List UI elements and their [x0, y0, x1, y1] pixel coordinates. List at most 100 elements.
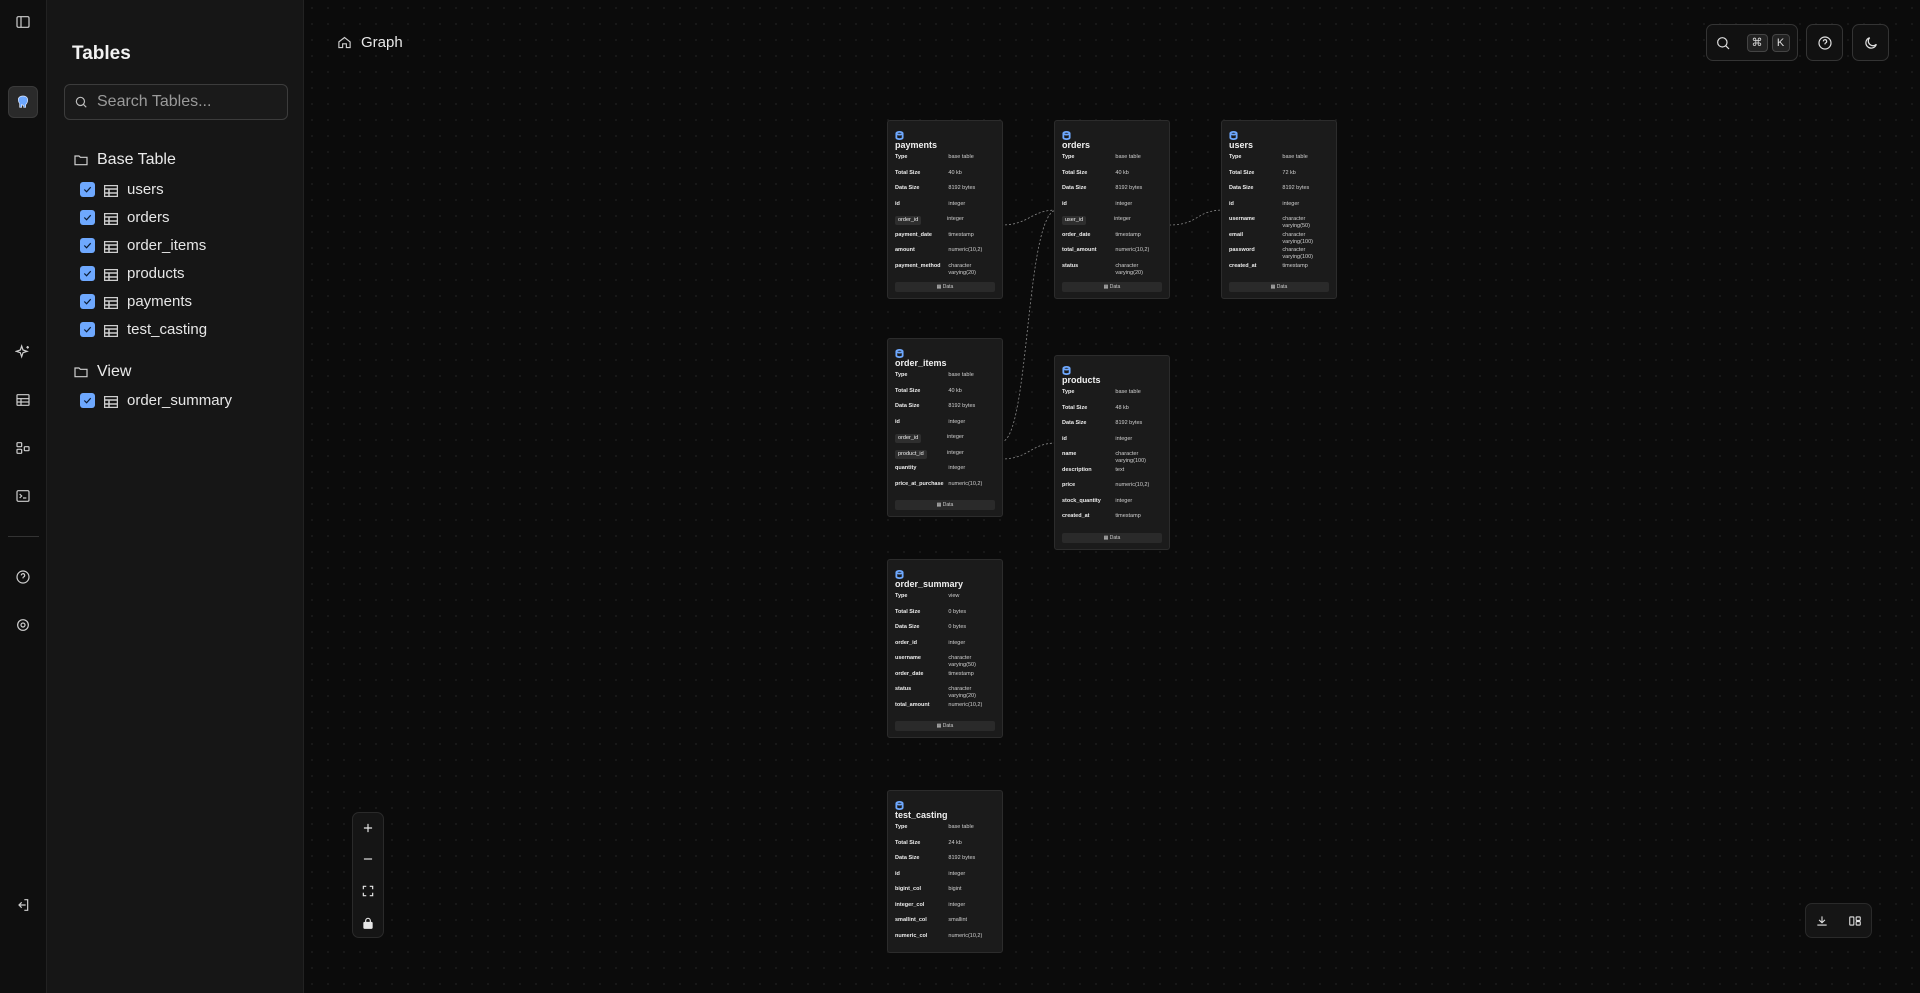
kbd-k: K [1771, 33, 1790, 52]
node-row: name character varying(100) [1062, 451, 1162, 467]
table-icon [103, 268, 119, 281]
sidebar-item-label: order_items [127, 237, 207, 254]
row-key: Type [1062, 389, 1075, 395]
row-key: Total Size [895, 839, 921, 846]
database-icon [1062, 127, 1071, 141]
logout-icon[interactable] [12, 894, 34, 916]
help-button[interactable] [1806, 24, 1843, 61]
checkbox[interactable] [80, 393, 95, 408]
minus-icon [363, 858, 373, 860]
row-value: character varying(50) [948, 655, 976, 668]
table-node-order_summary[interactable]: order_summary Type view Total Size 0 bytes Da… [887, 559, 1003, 738]
node-row: Data Size 0 bytes [895, 624, 995, 640]
lock-button[interactable] [353, 908, 383, 938]
checkbox[interactable] [80, 322, 95, 337]
checkbox[interactable] [80, 294, 95, 309]
ai-sparkle-icon[interactable] [12, 341, 34, 363]
download-icon[interactable] [1815, 914, 1829, 928]
node-row: Total Size 0 bytes [895, 609, 995, 625]
row-value: 24 kb [948, 839, 962, 846]
node-row: Type base table [895, 372, 995, 388]
node-row: numeric_col numeric(10,2) [895, 933, 995, 949]
node-row: total_amount numeric(10,2) [895, 702, 995, 718]
node-row: product_id integer [895, 449, 995, 466]
zoom-in-button[interactable] [353, 813, 383, 843]
search-input[interactable] [97, 93, 277, 111]
row-key: Type [895, 154, 908, 160]
plus-icon [363, 823, 373, 833]
theme-toggle-button[interactable] [1852, 24, 1889, 61]
checkbox[interactable] [80, 210, 95, 225]
node-row: username character varying(50) [895, 655, 995, 671]
row-value: 0 bytes [948, 624, 967, 630]
fit-view-button[interactable] [353, 876, 383, 906]
view-data-button[interactable]: ▦ Data [1062, 532, 1162, 543]
sidebar-item-order_items[interactable]: order_items [80, 237, 206, 254]
row-value: numeric(10,2) [948, 701, 983, 708]
row-value: base table [1115, 154, 1141, 160]
row-value: character varying(20) [1115, 262, 1143, 276]
search-command-button[interactable]: ⌘ K [1706, 24, 1798, 61]
table-node-orders[interactable]: orders Type base table Total Size 40 kb Data … [1054, 120, 1170, 299]
node-row: payment_method character varying(20) [895, 263, 995, 279]
search-box[interactable] [64, 84, 288, 120]
row-key: created_at [1062, 513, 1090, 519]
table-node-products[interactable]: products Type base table Total Size 48 kb Dat… [1054, 355, 1170, 550]
database-icon [1062, 362, 1071, 376]
row-value: integer [947, 449, 964, 456]
table-node-payments[interactable]: payments Type base table Total Size 40 kb Dat… [887, 120, 1003, 299]
layout-icon[interactable] [1848, 914, 1862, 928]
help-icon[interactable] [12, 566, 34, 588]
checkbox[interactable] [80, 238, 95, 253]
row-key: id [895, 200, 900, 207]
group-base-table[interactable]: Base Table [73, 151, 176, 169]
postgres-icon[interactable] [8, 86, 38, 118]
view-data-button[interactable]: ▦ Data [895, 500, 995, 510]
table-node-users[interactable]: users Type base table Total Size 72 kb Data S… [1221, 120, 1337, 299]
table-node-order_items[interactable]: order_items Type base table Total Size 40 kb… [887, 338, 1003, 517]
group-view[interactable]: View [73, 363, 131, 381]
sidebar-item-products[interactable]: products [80, 265, 185, 282]
sidebar-item-users[interactable]: users [80, 181, 164, 198]
home-icon[interactable] [337, 35, 352, 50]
sidebar-item-payments[interactable]: payments [80, 293, 192, 310]
row-value: integer [1115, 497, 1133, 504]
sidebar-item-order_summary[interactable]: order_summary [80, 392, 232, 409]
sidebar-item-orders[interactable]: orders [80, 209, 170, 226]
row-key: product_id [895, 449, 927, 459]
view-data-button[interactable]: ▦ Data [895, 721, 995, 731]
checkbox[interactable] [80, 182, 95, 197]
sidebar-item-test_casting[interactable]: test_casting [80, 321, 207, 338]
graph-icon[interactable] [12, 437, 34, 459]
row-value: base table [1282, 154, 1308, 160]
node-row: Type base table [1062, 389, 1162, 405]
row-value: base table [948, 824, 974, 830]
table-node-test_casting[interactable]: test_casting Type base table Total Size 24 k… [887, 790, 1003, 953]
zoom-out-button[interactable] [353, 844, 383, 874]
settings-icon[interactable] [12, 614, 34, 636]
view-data-button[interactable]: ▦ Data [1229, 282, 1329, 292]
row-value: integer [948, 870, 966, 877]
tables-sidebar: Tables Base Table users orders order_items… [47, 0, 304, 993]
checkbox[interactable] [80, 266, 95, 281]
sidebar-toggle-icon[interactable] [12, 11, 34, 33]
node-title: order_summary [895, 579, 964, 589]
tables-icon[interactable] [12, 389, 34, 411]
view-data-button[interactable]: ▦ Data [1062, 282, 1162, 292]
view-data-button[interactable]: ▦ Data [895, 282, 995, 292]
row-value: integer [1114, 216, 1131, 222]
row-value: base table [948, 154, 974, 160]
row-value: integer [1115, 435, 1133, 442]
row-value: 8192 bytes [1115, 420, 1143, 426]
folder-icon [74, 367, 88, 378]
node-row: quantity integer [895, 465, 995, 481]
row-key: Total Size [1062, 404, 1088, 411]
table-icon [103, 212, 119, 225]
row-key: Total Size [1229, 169, 1255, 176]
row-value: character varying(20) [948, 686, 976, 699]
row-value: timestamp [948, 670, 974, 677]
row-key: Data Size [1062, 185, 1087, 191]
node-row: email character varying(100) [1229, 232, 1329, 248]
terminal-icon[interactable] [12, 485, 34, 507]
row-value: 0 bytes [948, 608, 967, 615]
